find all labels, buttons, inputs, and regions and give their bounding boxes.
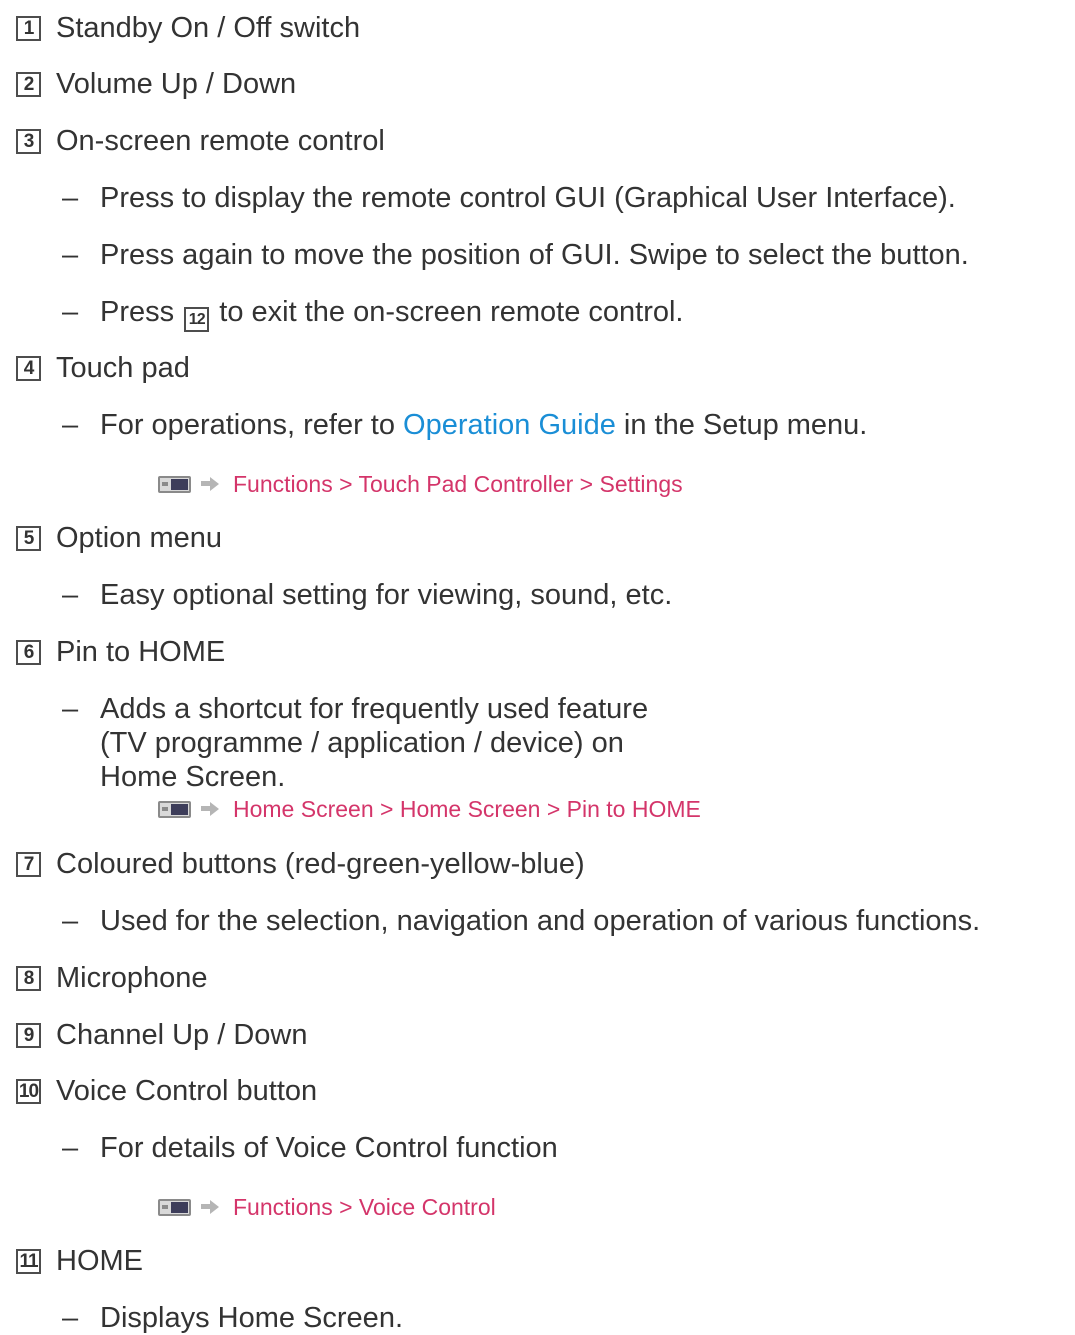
- sub-item-text: Press to display the remote control GUI …: [100, 182, 956, 214]
- list-item: 4 Touch pad: [16, 351, 190, 385]
- item-label: HOME: [56, 1245, 143, 1277]
- menu-path-link[interactable]: Home Screen > Home Screen > Pin to HOME: [233, 795, 701, 823]
- dash: –: [62, 579, 79, 611]
- menu-path: Home Screen > Home Screen > Pin to HOME: [158, 795, 701, 823]
- tv-menu-icon: [158, 475, 191, 493]
- list-item: 5 Option menu: [16, 521, 222, 555]
- list-item: 8 Microphone: [16, 961, 208, 995]
- sub-item-text: For operations, refer to: [100, 409, 395, 441]
- item-label: Voice Control button: [56, 1075, 318, 1107]
- tv-menu-icon: [158, 1198, 191, 1216]
- item-label: Volume Up / Down: [56, 68, 297, 100]
- sub-item-text: Used for the selection, navigation and o…: [100, 905, 981, 937]
- list-item: 2 Volume Up / Down: [16, 67, 296, 101]
- item-label: Standby On / Off switch: [56, 12, 361, 44]
- item-number-badge: 6: [16, 639, 41, 665]
- list-item: 9 Channel Up / Down: [16, 1018, 307, 1052]
- item-label: On-screen remote control: [56, 125, 385, 157]
- list-item: 3 On-screen remote control: [16, 124, 385, 158]
- list-item: 11 HOME: [16, 1244, 143, 1278]
- sub-item-text: Adds a shortcut for frequently used feat…: [100, 693, 649, 793]
- sub-item: – Press again to move the position of GUI…: [62, 238, 969, 272]
- sub-item-text: Displays Home Screen.: [100, 1302, 403, 1334]
- sub-item: – Used for the selection, navigation and …: [62, 904, 980, 938]
- sub-item-text: Press: [100, 296, 175, 328]
- menu-path: Functions > Voice Control: [158, 1193, 496, 1221]
- menu-path-link[interactable]: Functions > Voice Control: [233, 1193, 496, 1221]
- dash: –: [62, 1302, 79, 1334]
- sub-item: – Easy optional setting for viewing, soun…: [62, 578, 672, 612]
- item-number-badge: 4: [16, 355, 41, 381]
- sub-item-text: in the Setup menu.: [623, 409, 868, 441]
- sub-item: – For operations, refer to Operation Guid…: [62, 408, 867, 442]
- item-number-badge: 10: [16, 1078, 41, 1104]
- operation-guide-link[interactable]: Operation Guide: [403, 409, 616, 441]
- sub-item: – Adds a shortcut for frequently used fea…: [62, 692, 682, 794]
- sub-item: – For details of Voice Control function: [62, 1131, 558, 1165]
- dash: –: [62, 182, 79, 214]
- arrow-right-icon: [199, 1199, 221, 1215]
- item-label: Channel Up / Down: [56, 1019, 308, 1051]
- tv-menu-icon: [158, 800, 191, 818]
- menu-path-link[interactable]: Functions > Touch Pad Controller > Setti…: [233, 470, 683, 498]
- sub-item: – Displays Home Screen.: [62, 1301, 403, 1335]
- list-item: 7 Coloured buttons (red-green-yellow-blu…: [16, 847, 585, 881]
- sub-item-text: Easy optional setting for viewing, sound…: [100, 579, 673, 611]
- dash: –: [62, 905, 79, 937]
- sub-item: – Press 12 to exit the on-screen remote c…: [62, 295, 684, 332]
- item-label: Touch pad: [56, 352, 190, 384]
- item-number-badge: 8: [16, 965, 41, 991]
- item-label: Option menu: [56, 522, 223, 554]
- list-item: 6 Pin to HOME: [16, 635, 225, 669]
- dash: –: [62, 239, 79, 271]
- document: 1 Standby On / Off switch 2 Volume Up / …: [0, 0, 1075, 1335]
- arrow-right-icon: [199, 801, 221, 817]
- item-number-badge: 5: [16, 525, 41, 551]
- dash: –: [62, 1132, 79, 1164]
- list-item: 1 Standby On / Off switch: [16, 11, 360, 45]
- sub-item-text: to exit the on-screen remote control.: [219, 296, 684, 328]
- menu-path: Functions > Touch Pad Controller > Setti…: [158, 470, 683, 498]
- sub-item-text: Press again to move the position of GUI.…: [100, 239, 969, 271]
- item-number-badge: 3: [16, 128, 41, 154]
- sub-item: – Press to display the remote control GUI…: [62, 181, 956, 215]
- item-number-badge: 11: [16, 1248, 41, 1274]
- arrow-right-icon: [199, 476, 221, 492]
- list-item: 10 Voice Control button: [16, 1074, 317, 1108]
- dash: –: [62, 693, 79, 725]
- item-label: Coloured buttons (red-green-yellow-blue): [56, 848, 585, 880]
- dash: –: [62, 296, 79, 328]
- item-label: Microphone: [56, 962, 208, 994]
- item-number-badge: 12: [184, 307, 210, 332]
- item-label: Pin to HOME: [56, 636, 226, 668]
- item-number-badge: 9: [16, 1022, 41, 1048]
- item-number-badge: 1: [16, 15, 41, 41]
- dash: –: [62, 409, 79, 441]
- sub-item-text: For details of Voice Control function: [100, 1132, 558, 1164]
- item-number-badge: 2: [16, 71, 41, 97]
- item-number-badge: 7: [16, 851, 41, 877]
